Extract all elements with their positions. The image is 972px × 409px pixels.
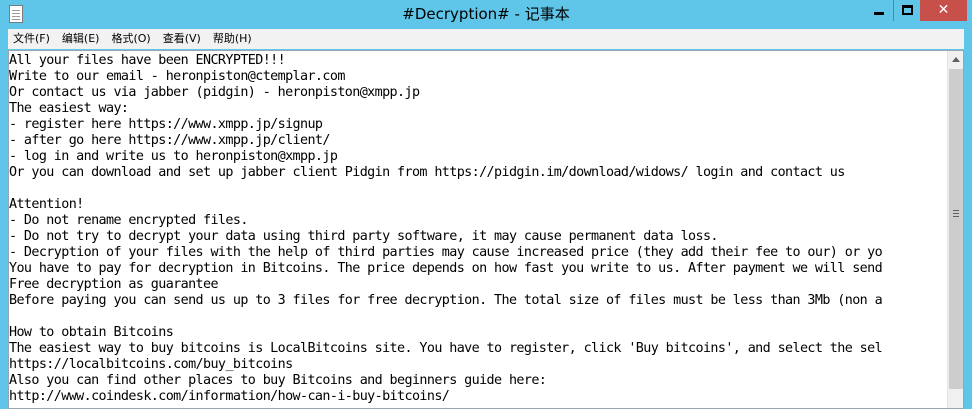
maximize-icon: [902, 5, 913, 15]
text-line: - log in and write us to heronpiston@xmp…: [9, 149, 338, 164]
maximize-button[interactable]: [893, 0, 920, 21]
scroll-thumb[interactable]: [949, 69, 963, 389]
text-line: Free decryption as guarantee: [9, 277, 219, 292]
text-line: - Do not try to decrypt your data using …: [9, 229, 718, 244]
text-line: http://www.coindesk.com/information/how-…: [9, 389, 450, 404]
text-line: Attention!: [9, 197, 84, 212]
menu-edit[interactable]: 编辑(E): [56, 29, 106, 49]
text-line: https://localbitcoins.com/buy_bitcoins: [9, 357, 293, 372]
window-title: #Decryption# - 记事本: [402, 5, 570, 23]
notepad-window: #Decryption# - 记事本 ✕ 文件(F) 编辑(E) 格式(O) 查…: [0, 0, 972, 409]
menu-file[interactable]: 文件(F): [8, 29, 56, 49]
text-line: - Decryption of your files with the help…: [9, 245, 883, 260]
vertical-scrollbar[interactable]: [947, 51, 963, 408]
text-line: The easiest way:: [9, 101, 129, 116]
editor-area[interactable]: All your files have been ENCRYPTED!!! Wr…: [8, 50, 964, 409]
text-line: Before paying you can send us up to 3 fi…: [9, 293, 883, 308]
grip-icon: [953, 216, 959, 217]
close-button[interactable]: ✕: [920, 0, 967, 21]
text-line: All your files have been ENCRYPTED!!!: [9, 53, 286, 68]
text-line: - after go here https://www.xmpp.jp/clie…: [9, 133, 330, 148]
text-line: You have to pay for decryption in Bitcoi…: [9, 261, 883, 276]
grip-icon: [953, 213, 959, 214]
text-line: Write to our email - heronpiston@ctempla…: [9, 69, 345, 84]
text-content[interactable]: All your files have been ENCRYPTED!!! Wr…: [9, 51, 947, 408]
text-line: How to obtain Bitcoins: [9, 325, 174, 340]
text-line: [9, 181, 947, 197]
text-line: - Do not rename encrypted files.: [9, 213, 248, 228]
menu-help[interactable]: 帮助(H): [207, 29, 258, 49]
text-line: The easiest way to buy bitcoins is Local…: [9, 341, 883, 356]
minimize-icon: [874, 12, 884, 15]
text-line: Or you can download and set up jabber cl…: [9, 165, 845, 180]
text-line: [9, 309, 947, 325]
grip-icon: [953, 210, 959, 211]
close-icon: ✕: [937, 2, 950, 18]
title-bar[interactable]: #Decryption# - 记事本 ✕: [0, 0, 972, 29]
text-line: - register here https://www.xmpp.jp/sign…: [9, 117, 323, 132]
text-line: Also you can find other places to buy Bi…: [9, 373, 547, 388]
menu-bar: 文件(F) 编辑(E) 格式(O) 查看(V) 帮助(H): [8, 29, 964, 49]
minimize-button[interactable]: [865, 0, 893, 21]
text-line: Or contact us via jabber (pidgin) - hero…: [9, 85, 420, 100]
scroll-up-arrow-icon[interactable]: [948, 51, 963, 68]
menu-view[interactable]: 查看(V): [157, 29, 207, 49]
menu-format[interactable]: 格式(O): [105, 29, 156, 49]
